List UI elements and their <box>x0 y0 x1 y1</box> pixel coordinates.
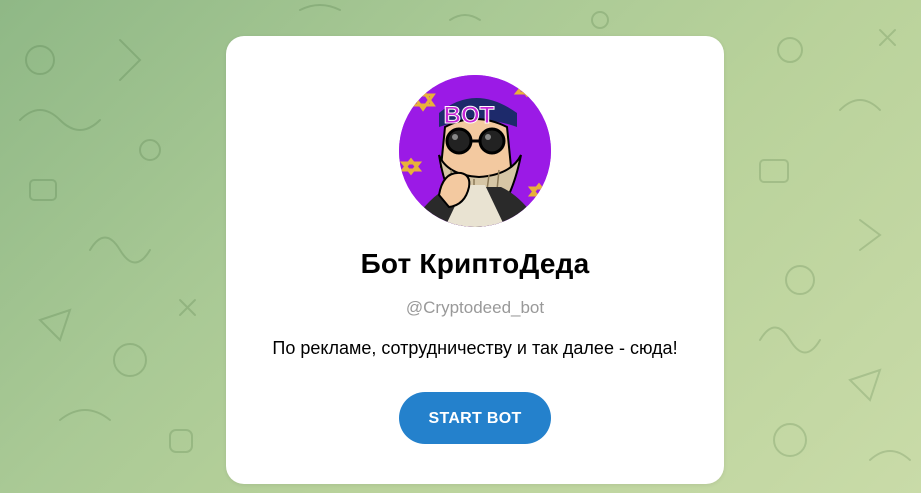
bot-description: По рекламе, сотрудничеству и так далее -… <box>272 338 678 358</box>
start-bot-button[interactable]: START BOT <box>399 392 551 444</box>
bot-username: @Cryptodeed_bot <box>405 298 545 317</box>
avatar-bot-label: BOT <box>444 102 495 129</box>
bot-profile-card: BOT Бот КриптоДеда @Cryptodeed_bot По ре… <box>226 36 724 484</box>
bot-name: Бот КриптоДеда <box>360 248 590 279</box>
bot-avatar: BOT <box>399 75 551 227</box>
old-man-sunglasses-avatar-icon: BOT <box>399 75 551 227</box>
